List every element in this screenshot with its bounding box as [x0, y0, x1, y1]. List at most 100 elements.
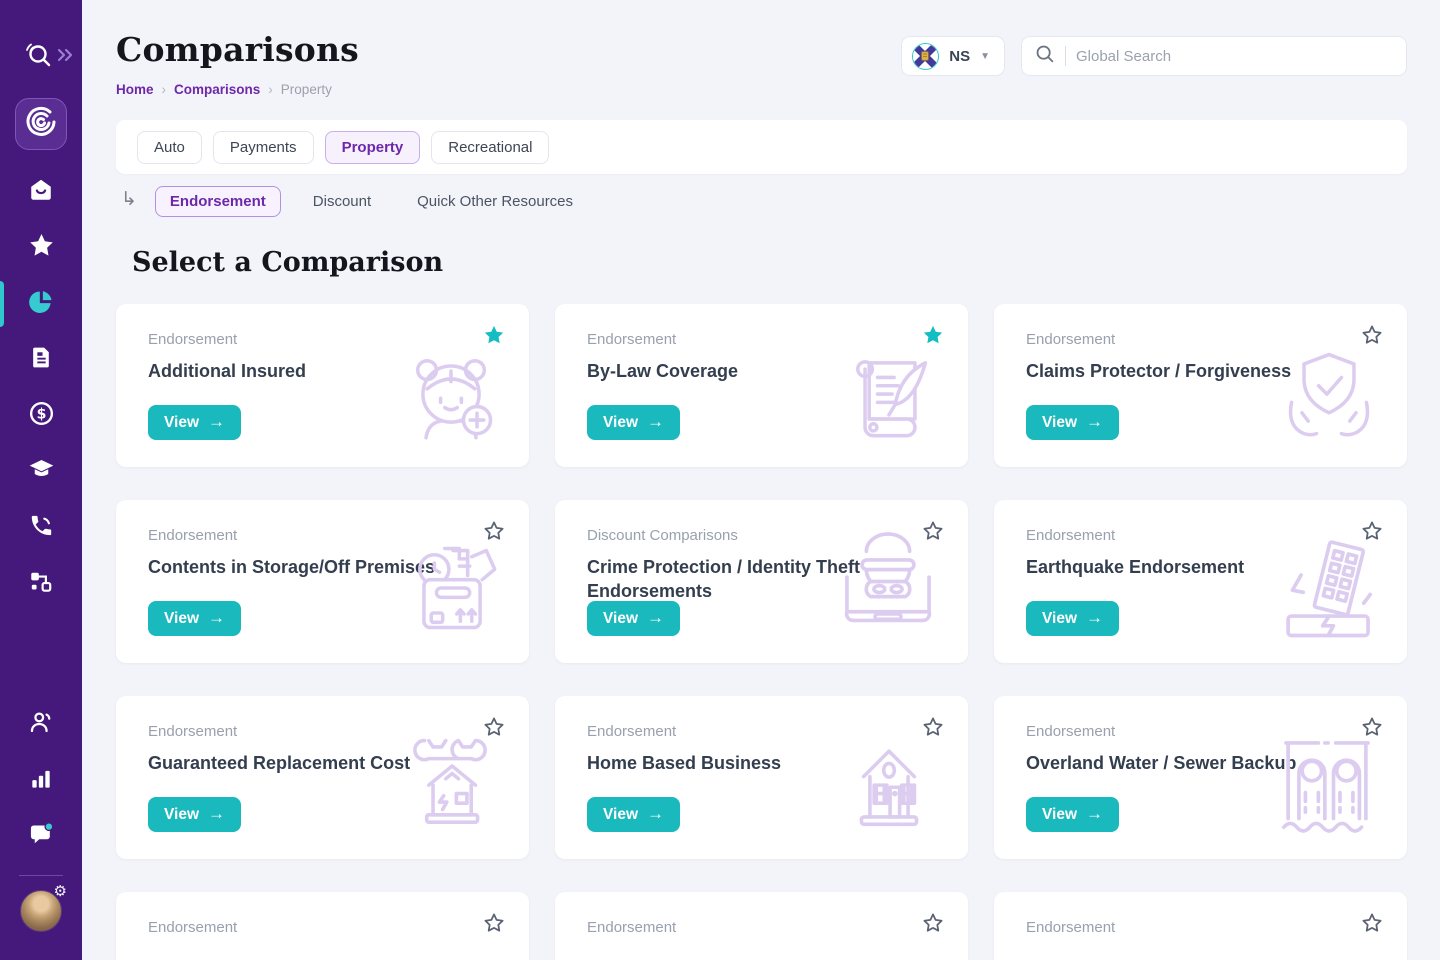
voice-search-icon — [22, 38, 56, 77]
favorite-star-icon[interactable] — [1361, 912, 1383, 939]
comparison-card: Endorsement Contents in Storage/Off Prem… — [116, 500, 529, 663]
sidebar-bottom-group: ⚙ — [0, 697, 82, 960]
top-controls: NS ▼ — [901, 36, 1407, 76]
sidebar-item-billing[interactable]: $ — [0, 388, 82, 444]
arrow-right-icon: → — [208, 608, 225, 628]
global-search[interactable] — [1021, 36, 1407, 76]
view-button[interactable]: View→ — [587, 797, 680, 832]
comparison-card-partial: Endorsement — [116, 892, 529, 960]
sidebar-item-comparisons[interactable] — [0, 276, 82, 332]
tilted-building-illustration — [1273, 532, 1381, 649]
sidebar-item-inbox[interactable] — [0, 164, 82, 220]
card-category: Endorsement — [148, 919, 497, 936]
tab-recreational[interactable]: Recreational — [431, 131, 549, 164]
comparison-card: Endorsement Guaranteed Replacement Cost … — [116, 696, 529, 859]
inbox-home-icon — [28, 177, 54, 208]
chat-notification-icon — [28, 821, 55, 853]
star-icon — [28, 232, 55, 264]
graduation-cap-icon — [28, 456, 55, 488]
view-button[interactable]: View→ — [148, 405, 241, 440]
people-icon — [28, 709, 55, 741]
sidebar-item-favorites[interactable] — [0, 220, 82, 276]
sidebar-item-contacts[interactable] — [0, 697, 82, 753]
comparison-card: Endorsement Earthquake Endorsement View→ — [994, 500, 1407, 663]
sidebar-item-calls[interactable] — [0, 500, 82, 556]
view-button[interactable]: View→ — [587, 405, 680, 440]
breadcrumb-separator: › — [162, 82, 167, 97]
pie-chart-icon — [27, 288, 55, 321]
sub-tabs: ↳ Endorsement Discount Quick Other Resou… — [116, 186, 1407, 217]
breadcrumb-comparisons[interactable]: Comparisons — [174, 82, 260, 97]
subtab-discount[interactable]: Discount — [299, 187, 385, 216]
arrow-right-icon: → — [1086, 608, 1103, 628]
search-divider — [1065, 46, 1066, 66]
comparison-card-partial: Endorsement — [555, 892, 968, 960]
subtab-quick-other-resources[interactable]: Quick Other Resources — [403, 187, 587, 216]
breadcrumb-separator: › — [268, 82, 273, 97]
global-search-input[interactable] — [1076, 48, 1394, 65]
comparison-card: Endorsement Claims Protector / Forgivene… — [994, 304, 1407, 467]
sidebar-item-messages[interactable] — [0, 809, 82, 865]
shield-check-in-hands-illustration — [1277, 336, 1381, 453]
sidebar-item-training[interactable] — [0, 444, 82, 500]
chevron-down-icon: ▼ — [980, 51, 990, 62]
arrow-right-icon: → — [647, 412, 664, 432]
app-logo[interactable] — [15, 98, 67, 150]
sewer-pipes-water-illustration — [1273, 728, 1381, 845]
view-button[interactable]: View→ — [587, 601, 680, 636]
title-block: Comparisons Home › Comparisons › Propert… — [116, 30, 359, 97]
card-category: Endorsement — [587, 919, 936, 936]
comparison-card: Endorsement Home Based Business View→ — [555, 696, 968, 859]
app-logo-swirl-icon — [23, 104, 59, 145]
arrow-right-icon: → — [647, 608, 664, 628]
view-button[interactable]: View→ — [148, 601, 241, 636]
top-bar: Comparisons Home › Comparisons › Propert… — [116, 0, 1407, 97]
comparison-card: Endorsement Additional Insured View→ — [116, 304, 529, 467]
subtab-endorsement[interactable]: Endorsement — [155, 186, 281, 217]
arrow-right-icon: → — [1086, 412, 1103, 432]
document-icon — [29, 345, 54, 375]
dollar-circle-icon: $ — [28, 400, 55, 432]
category-tabs: Auto Payments Property Recreational — [116, 120, 1407, 174]
arrow-right-icon: → — [208, 804, 225, 824]
main-content: Comparisons Home › Comparisons › Propert… — [82, 0, 1440, 960]
sidebar-item-workflows[interactable] — [0, 556, 82, 612]
page-title: Comparisons — [116, 30, 359, 69]
tab-property[interactable]: Property — [325, 131, 421, 164]
breadcrumb: Home › Comparisons › Property — [116, 82, 359, 97]
burglar-laptop-illustration — [834, 532, 942, 649]
storage-box-illustration — [399, 532, 503, 649]
favorite-star-icon[interactable] — [483, 912, 505, 939]
bar-chart-icon — [28, 766, 54, 797]
expand-sidebar-icon[interactable] — [57, 48, 75, 67]
storefront-house-illustration — [836, 726, 942, 845]
tab-auto[interactable]: Auto — [137, 131, 202, 164]
section-title: Select a Comparison — [116, 247, 1407, 278]
view-button[interactable]: View→ — [1026, 797, 1119, 832]
favorite-star-icon[interactable] — [922, 912, 944, 939]
comparison-card-partial: Endorsement — [994, 892, 1407, 960]
sidebar-search-button[interactable] — [0, 36, 82, 74]
settings-gear-icon[interactable]: ⚙ — [54, 884, 67, 899]
view-button[interactable]: View→ — [1026, 601, 1119, 636]
branch-arrow-icon: ↳ — [121, 188, 137, 211]
workflow-blocks-icon — [28, 569, 54, 600]
breadcrumb-current: Property — [281, 82, 332, 97]
comparison-card: Endorsement By-Law Coverage View→ — [555, 304, 968, 467]
arrow-right-icon: → — [1086, 804, 1103, 824]
sidebar-item-reports[interactable] — [0, 753, 82, 809]
scroll-with-quill-illustration — [838, 336, 942, 453]
tab-payments[interactable]: Payments — [213, 131, 314, 164]
breadcrumb-home[interactable]: Home — [116, 82, 154, 97]
sidebar-nav: $ — [0, 164, 82, 612]
sidebar-item-documents[interactable] — [0, 332, 82, 388]
nova-scotia-flag-icon — [912, 43, 939, 70]
view-button[interactable]: View→ — [1026, 405, 1119, 440]
comparison-card: Endorsement Overland Water / Sewer Backu… — [994, 696, 1407, 859]
comparison-card-grid: Endorsement Additional Insured View→ — [116, 304, 1407, 960]
search-icon — [1034, 43, 1055, 69]
view-button[interactable]: View→ — [148, 797, 241, 832]
region-selector[interactable]: NS ▼ — [901, 36, 1005, 76]
comparison-card: Discount Comparisons Crime Protection / … — [555, 500, 968, 663]
user-profile[interactable]: ⚙ — [20, 890, 62, 932]
